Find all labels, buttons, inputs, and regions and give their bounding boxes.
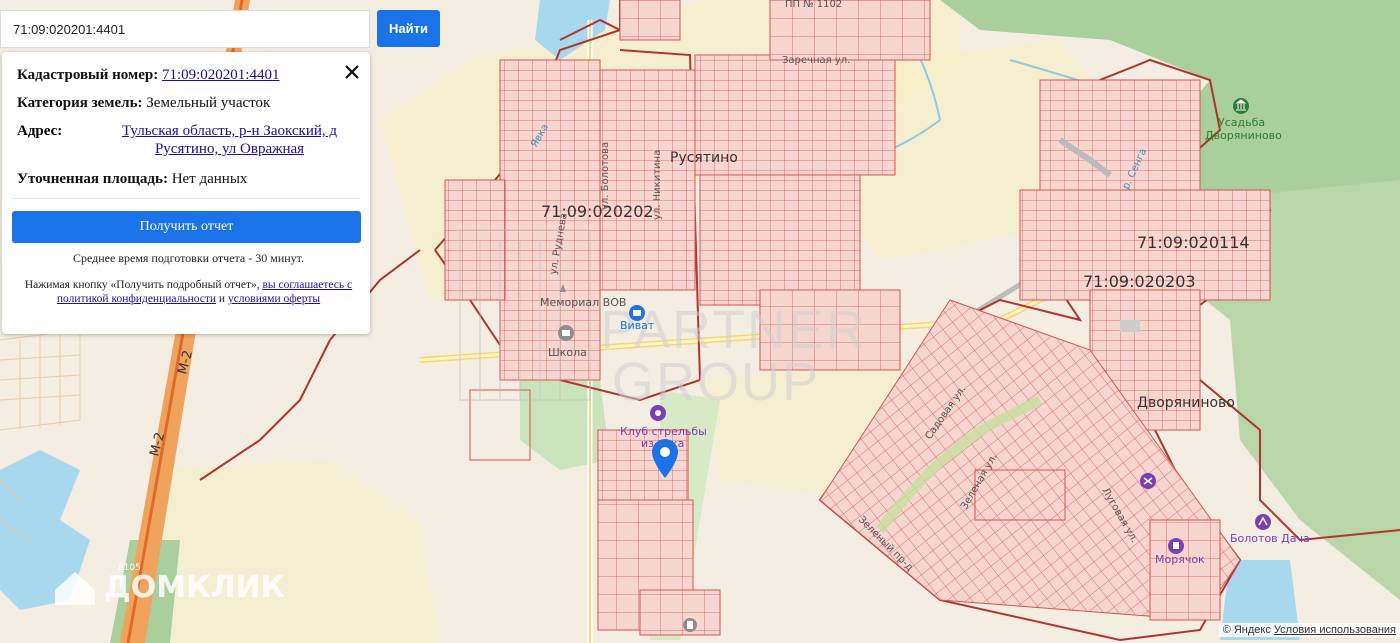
- cadastral-search-input[interactable]: [11, 20, 369, 38]
- poi-label-bolotov-dacha: Болотов Дача: [1230, 532, 1310, 545]
- address-link-line1[interactable]: Тульская область, р-н Заокский, д: [122, 123, 337, 139]
- poi-label-memorial: Мемориал ВОВ: [540, 296, 626, 309]
- cadastral-number-row: Кадастровый номер: 71:09:020201:4401: [17, 66, 360, 84]
- area-value: Нет данных: [171, 171, 248, 187]
- village-label-dvoryaninovo: Дворяниново: [1137, 395, 1235, 411]
- get-report-button[interactable]: Получить отчет: [12, 211, 361, 243]
- domclick-logo-text: ДОМКЛИК: [104, 570, 286, 605]
- street-label-bolotova: ул. Болотова: [600, 142, 611, 210]
- land-category-value: Земельный участок: [146, 95, 271, 111]
- poi-label-school: Школа: [548, 346, 587, 359]
- cadastral-search-box: [0, 10, 370, 48]
- quarter-label-020203: 71:09:020203: [1083, 272, 1196, 291]
- terms-prefix: Нажимая кнопку «Получить подробный отчет…: [24, 279, 260, 291]
- offer-terms-link[interactable]: условиями оферты: [228, 293, 320, 305]
- museum-icon[interactable]: [1233, 98, 1249, 114]
- cadastral-number-link[interactable]: 71:09:020201:4401: [162, 67, 280, 83]
- bar-icon[interactable]: [1168, 538, 1184, 554]
- shop-icon[interactable]: [629, 305, 645, 321]
- quarter-label-020114: 71:09:020114: [1137, 233, 1250, 252]
- find-button[interactable]: Найти: [377, 10, 440, 47]
- poi-label-moryachok: Морячок: [1155, 553, 1205, 566]
- close-icon[interactable]: [344, 64, 360, 80]
- yandex-copyright: © Яндекс: [1222, 624, 1271, 636]
- address-label: Адрес:: [17, 123, 63, 139]
- parcel-info-panel: Кадастровый номер: 71:09:020201:4401 Кат…: [2, 52, 370, 334]
- dacha-icon[interactable]: [1255, 514, 1271, 530]
- estate-label-1: Усадьба: [1218, 116, 1265, 129]
- terms-notice: Нажимая кнопку «Получить подробный отчет…: [17, 278, 360, 306]
- map-copyright: © Яндекс Условия использования: [1218, 623, 1400, 637]
- area-label: Уточненная площадь:: [17, 171, 168, 187]
- estate-label-2: Дворяниново: [1205, 129, 1282, 142]
- cafe-icon[interactable]: [1140, 473, 1156, 489]
- archery-icon[interactable]: [650, 405, 666, 421]
- terms-and: и: [218, 293, 226, 305]
- address-row: Адрес: Тульская область, р-н Заокский, д…: [17, 122, 360, 158]
- land-category-label: Категория земель:: [17, 95, 143, 111]
- address-link-line2[interactable]: Русятино, ул Овражная: [155, 141, 304, 157]
- watermark-group: GROUP: [612, 352, 820, 412]
- street-label-nikitina: ул. Никитина: [652, 150, 663, 220]
- poi-label-pp: ПП № 1102: [785, 0, 842, 10]
- divider: [12, 198, 360, 199]
- school-icon[interactable]: [558, 325, 574, 341]
- village-label-rusyatino: Русятино: [670, 150, 738, 166]
- cadastral-number-label: Кадастровый номер:: [17, 67, 159, 83]
- report-time-note: Среднее время подготовки отчета - 30 мин…: [72, 251, 305, 265]
- street-label-zarechnaya: Заречная ул.: [782, 55, 850, 66]
- area-row: Уточненная площадь: Нет данных: [17, 170, 360, 188]
- land-category-row: Категория земель: Земельный участок: [17, 94, 360, 112]
- parking-icon[interactable]: [683, 618, 697, 632]
- map-terms-link[interactable]: Условия использования: [1274, 624, 1396, 636]
